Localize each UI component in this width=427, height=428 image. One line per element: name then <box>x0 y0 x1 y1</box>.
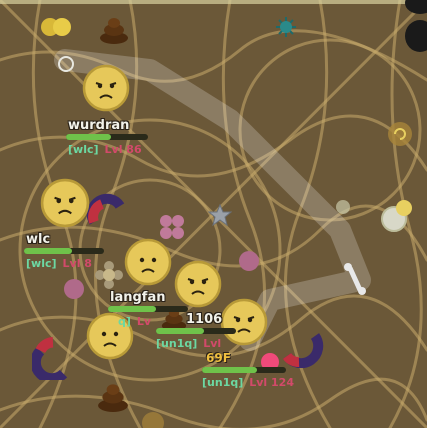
health-bar <box>108 306 188 312</box>
health-fill <box>156 328 204 334</box>
magnet-icon[interactable] <box>32 336 76 380</box>
player-tag: [wlc] Lvl 86 <box>68 143 142 156</box>
cactus-icon[interactable] <box>274 15 298 39</box>
level-tag: Lv <box>136 315 152 328</box>
game-canvas[interactable]: wurdran [wlc] Lvl 86 wlc [wlc] Lvl 8 langf… <box>0 0 427 428</box>
score-fragment: 1106 <box>186 312 223 327</box>
player-name: langfan <box>110 290 166 305</box>
pollen-icon[interactable] <box>94 260 124 290</box>
level-tag: Lvl <box>203 337 222 350</box>
health-fill <box>24 248 72 254</box>
level-tag: Lvl 124 <box>249 376 294 389</box>
magnet-icon[interactable] <box>86 192 128 234</box>
star-icon[interactable] <box>208 204 232 226</box>
player-name: 69F <box>206 351 231 365</box>
level-tag: Lvl 86 <box>104 143 142 156</box>
player-tag: [wlc] Lvl 8 <box>26 257 92 270</box>
rose-icon[interactable] <box>238 250 260 272</box>
petal-icon[interactable] <box>394 198 414 218</box>
flower-face[interactable] <box>174 260 222 308</box>
magnet-icon[interactable] <box>280 326 324 368</box>
team-tag: [wlc] <box>26 257 57 270</box>
player-tag: [un1q] Lvl <box>156 337 221 350</box>
light-icon[interactable] <box>334 198 352 216</box>
rose-icon[interactable] <box>63 278 85 300</box>
player-tag: q] Lv <box>118 315 151 328</box>
health-fill <box>66 134 112 140</box>
player-name: wurdran <box>68 118 130 133</box>
level-tag: Lvl 8 <box>62 257 92 270</box>
health-bar <box>202 367 286 373</box>
health-bar <box>156 328 236 334</box>
health-bar <box>66 134 148 140</box>
poop-icon[interactable] <box>96 380 130 412</box>
corner-shadow-mid <box>405 20 427 52</box>
flower-face[interactable] <box>124 238 172 286</box>
poop-icon[interactable] <box>98 14 130 44</box>
player-name: wlc <box>26 232 51 247</box>
flower-face[interactable] <box>220 298 268 346</box>
team-tag: [wlc] <box>68 143 99 156</box>
health-fill <box>108 306 156 312</box>
bone-icon[interactable] <box>342 262 368 296</box>
player-tag: [un1q] Lvl 124 <box>202 376 294 389</box>
pointer-ring-icon <box>58 56 74 72</box>
team-tag: [un1q] <box>156 337 198 350</box>
flower-face[interactable] <box>40 178 90 228</box>
rotate-icon[interactable] <box>386 120 414 148</box>
team-tag: [un1q] <box>202 376 244 389</box>
team-tag: q] <box>118 315 131 328</box>
rotate-icon[interactable] <box>140 410 166 428</box>
petal-icon[interactable] <box>40 16 74 38</box>
health-fill <box>202 367 257 373</box>
flower-face[interactable] <box>82 64 130 112</box>
health-bar <box>24 248 104 254</box>
